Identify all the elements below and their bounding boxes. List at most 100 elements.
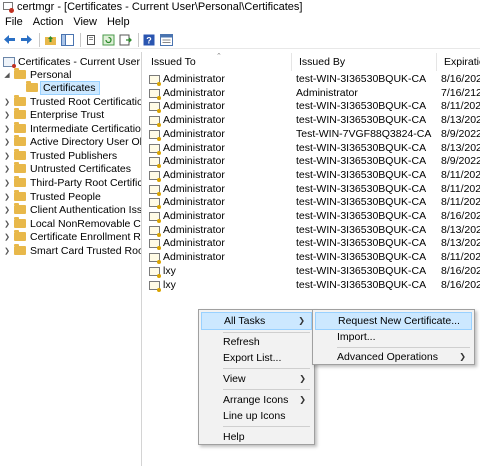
help-icon[interactable]: ? [142,33,156,47]
tree-node-certificates[interactable]: Certificates [26,80,100,95]
expand-chevron-icon[interactable]: ❯ [3,111,11,119]
table-row[interactable]: Administrator test-WIN-3I36530BQUK-CA 8/13… [144,114,480,128]
cell-expiration: 8/13/2022 [441,114,480,127]
cell-issued-to: Administrator [163,168,225,181]
cell-issued-to: Administrator [163,114,225,127]
cell-expiration: 8/16/2022 [441,264,480,277]
menu-item-export-list[interactable]: Export List... [201,349,312,367]
column-header-issued-by[interactable]: Issued By [292,53,437,71]
table-row[interactable]: Administrator test-WIN-3I36530BQUK-CA 8/11… [144,251,480,265]
tree-node-label: Third-Party Root Certification [30,176,141,189]
cell-expiration: 7/16/2121 [441,86,480,99]
table-row[interactable]: Administrator test-WIN-3I36530BQUK-CA 8/16… [144,210,480,224]
expand-chevron-icon[interactable]: ❯ [3,165,11,173]
tree-node-label: Certificates [40,80,100,95]
tree-node-store[interactable]: ❯ Trusted Root Certification Au [3,95,141,108]
tree-node-store[interactable]: ❯ Enterprise Trust [3,108,104,121]
folder-icon [14,122,26,133]
tree-node-label: Trusted Publishers [30,149,118,162]
properties-icon[interactable] [159,33,173,47]
console-tree: Certificates - Current User ◢ Personal C… [0,52,142,466]
export-list-icon[interactable] [118,33,132,47]
back-arrow-icon[interactable] [2,33,16,47]
expand-chevron-icon[interactable]: ❯ [3,206,11,214]
tree-node-personal[interactable]: ◢ Personal [3,68,71,81]
table-row[interactable]: Administrator test-WIN-3I36530BQUK-CA 8/11… [144,196,480,210]
svg-text:?: ? [146,35,152,45]
cell-issued-to: Administrator [163,73,225,85]
tree-node-store[interactable]: ❯ Active Directory User Object [3,135,141,148]
show-hide-tree-icon[interactable] [60,33,74,47]
tree-node-label: Intermediate Certification Au [30,122,142,135]
tree-node-store[interactable]: ❯ Client Authentication Issuers [3,203,141,216]
tree-node-store[interactable]: ❯ Untrusted Certificates [3,162,131,175]
expand-chevron-icon[interactable]: ❯ [3,125,11,133]
table-row[interactable]: lxy test-WIN-3I36530BQUK-CA 8/16/2022 [144,279,480,293]
menu-item-advanced-operations[interactable]: Advanced Operations ❯ [315,348,472,366]
table-row[interactable]: Administrator Test-WIN-7VGF88Q3824-CA 8/9/… [144,128,480,142]
tree-root[interactable]: Certificates - Current User [3,55,140,68]
expand-chevron-icon[interactable]: ❯ [3,138,11,146]
collapse-chevron-icon[interactable]: ◢ [3,71,11,79]
expand-chevron-icon[interactable]: ❯ [3,220,11,228]
certificate-icon [149,116,161,128]
menu-separator [223,426,310,427]
folder-icon [14,203,26,214]
table-row[interactable]: Administrator test-WIN-3I36530BQUK-CA 8/13… [144,237,480,251]
menu-item-view[interactable]: View ❯ [201,370,312,388]
copy-icon[interactable] [84,33,98,47]
cell-expiration: 8/11/2022 [441,196,480,209]
table-row[interactable]: Administrator test-WIN-3I36530BQUK-CA 8/9/… [144,155,480,169]
expand-chevron-icon[interactable]: ❯ [3,152,11,160]
column-header-issued-to[interactable]: Issued To [144,53,292,71]
cell-issued-by: test-WIN-3I36530BQUK-CA [296,223,427,236]
cell-expiration: 8/16/2022 [441,210,480,222]
folder-icon [14,230,26,241]
expand-chevron-icon[interactable]: ❯ [3,98,11,106]
menu-item-all-tasks[interactable]: All Tasks ❯ [201,312,312,330]
folder-icon [14,149,26,160]
menu-help[interactable]: Help [102,16,135,28]
cell-issued-to: Administrator [163,182,225,195]
certificate-icon [149,280,161,292]
tree-node-store[interactable]: ❯ Certificate Enrollment Reque [3,230,141,243]
folder-icon [14,244,26,255]
table-row[interactable]: lxy test-WIN-3I36530BQUK-CA 8/16/2022 [144,265,480,279]
certificate-icon [149,157,161,169]
menu-separator [223,389,310,390]
menu-file[interactable]: File [0,16,28,28]
table-row[interactable]: Administrator test-WIN-3I36530BQUK-CA 8/11… [144,183,480,197]
certificate-icon [149,129,161,141]
tree-node-label: Enterprise Trust [30,108,105,121]
menu-view[interactable]: View [68,16,102,28]
tree-node-label: Trusted Root Certification Au [30,95,141,108]
tree-node-store[interactable]: ❯ Trusted People [3,190,101,203]
folder-icon [26,81,38,92]
table-row[interactable]: Administrator Administrator 7/16/2121 [144,87,480,101]
menu-item-help[interactable]: Help [201,428,312,446]
cell-expiration: 8/16/2023 [441,73,480,85]
tree-node-store[interactable]: ❯ Third-Party Root Certification [3,176,141,189]
table-row[interactable]: Administrator test-WIN-3I36530BQUK-CA 8/16… [144,73,480,87]
tree-node-store[interactable]: ❯ Trusted Publishers [3,149,117,162]
tree-node-store[interactable]: ❯ Local NonRemovable Certific [3,217,141,230]
expand-chevron-icon[interactable]: ❯ [3,179,11,187]
menu-item-line-up-icons[interactable]: Line up Icons [201,407,312,425]
column-header-expiration[interactable]: Expiration [437,53,480,71]
menu-item-import[interactable]: Import... [315,328,472,346]
tree-node-store[interactable]: ❯ Intermediate Certification Au [3,122,142,135]
expand-chevron-icon[interactable]: ❯ [3,247,11,255]
table-row[interactable]: Administrator test-WIN-3I36530BQUK-CA 8/11… [144,100,480,114]
table-row[interactable]: Administrator test-WIN-3I36530BQUK-CA 8/11… [144,169,480,183]
forward-arrow-icon[interactable] [19,33,33,47]
menu-action[interactable]: Action [28,16,69,28]
table-row[interactable]: Administrator test-WIN-3I36530BQUK-CA 8/13… [144,224,480,238]
tree-node-store[interactable]: ❯ Smart Card Trusted Roots [3,244,141,257]
expand-chevron-icon[interactable]: ❯ [3,193,11,201]
up-folder-icon[interactable] [43,33,57,47]
certificate-icon [149,239,161,251]
refresh-icon[interactable] [101,33,115,47]
expand-chevron-icon[interactable]: ❯ [3,233,11,241]
table-row[interactable]: Administrator test-WIN-3I36530BQUK-CA 8/13… [144,142,480,156]
toolbar: ? [0,31,480,49]
